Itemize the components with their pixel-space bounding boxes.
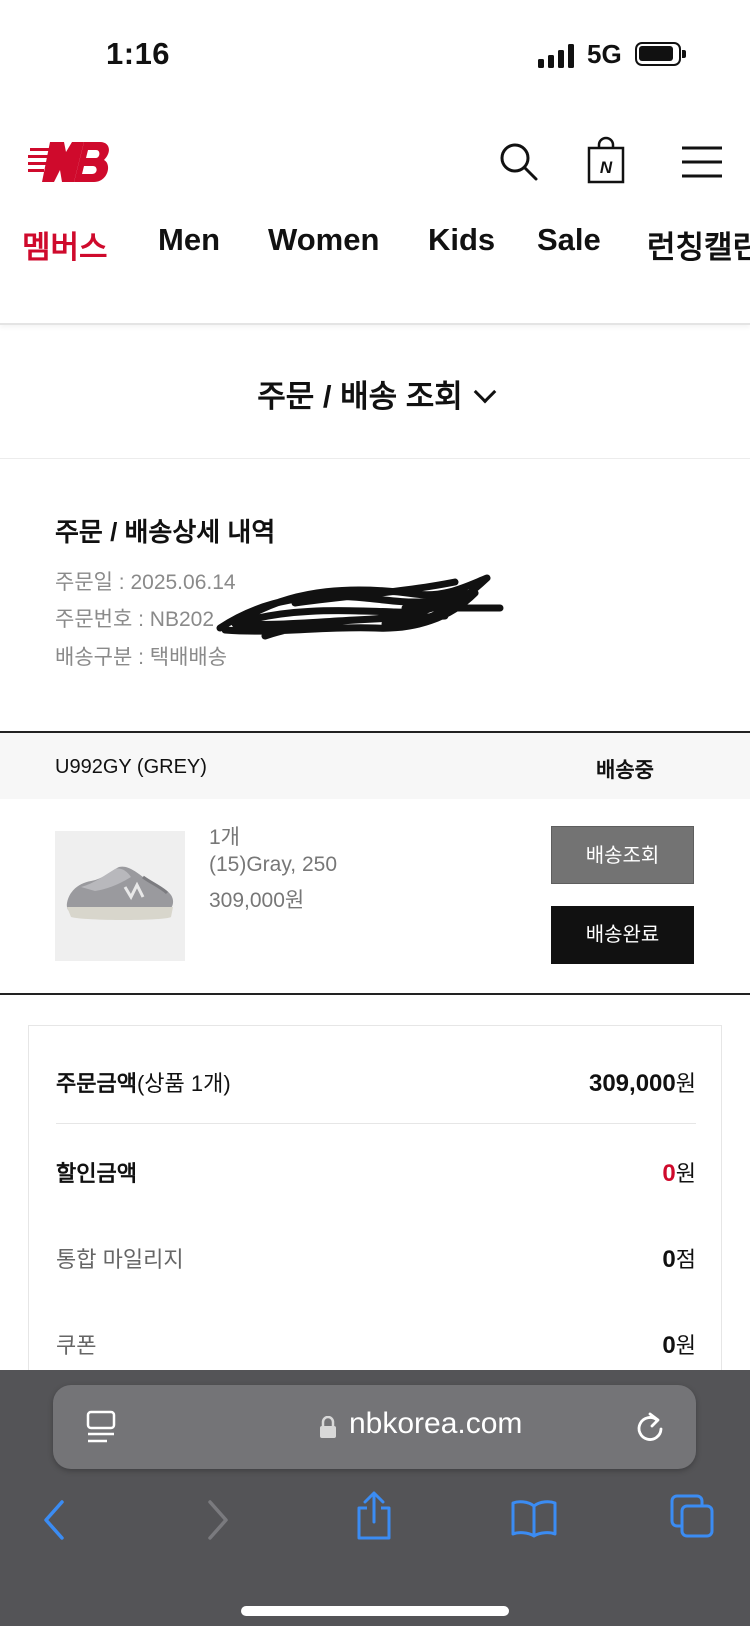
nav-item-sale[interactable]: Sale (537, 222, 601, 258)
new-balance-logo[interactable] (28, 138, 110, 186)
coupon-label: 쿠폰 (56, 1333, 97, 1358)
page-title-row[interactable]: 주문 / 배송 조회 (0, 327, 750, 459)
track-delivery-button[interactable]: 배송조회 (551, 826, 694, 884)
order-amount-unit: 원 (675, 1071, 696, 1096)
mileage-number: 0 (662, 1246, 676, 1273)
summary-divider (56, 1123, 696, 1124)
mileage-label: 통합 마일리지 (56, 1247, 184, 1272)
product-quantity: 1개 (209, 826, 240, 849)
network-label: 5G (587, 39, 622, 69)
share-icon[interactable] (354, 1490, 394, 1542)
order-number: 주문번호 : NB202 (55, 608, 214, 631)
address-bar[interactable]: nbkorea.com (53, 1385, 696, 1469)
coupon-number: 0 (662, 1332, 676, 1359)
discount-label: 할인금액 (56, 1161, 137, 1186)
redaction-scribble (216, 574, 504, 640)
status-time: 1:16 (106, 36, 171, 71)
battery-icon (635, 42, 686, 66)
order-amount-sub: (상품 1개) (136, 1071, 231, 1096)
order-detail-title: 주문 / 배송상세 내역 (55, 517, 276, 547)
mileage-unit: 점 (675, 1247, 696, 1272)
url-text[interactable]: nbkorea.com (349, 1407, 522, 1441)
coupon-unit: 원 (675, 1333, 696, 1358)
sneaker-image (66, 866, 174, 920)
lock-icon (320, 1416, 336, 1438)
product-price: 309,000원 (209, 889, 305, 912)
cellular-signal-icon (538, 44, 576, 68)
chevron-down-icon (473, 380, 497, 404)
nav-item-launch-calendar[interactable]: 런칭캘린 (647, 222, 750, 267)
nav-item-men[interactable]: Men (158, 222, 220, 258)
category-nav: 멤버스 Men Women Kids Sale 런칭캘린 (0, 222, 750, 282)
discount-number: 0 (662, 1160, 676, 1187)
product-row: 1개 (15)Gray, 250 309,000원 배송조회 배송완료 (0, 799, 750, 995)
back-icon[interactable] (40, 1498, 70, 1542)
page-title[interactable]: 주문 / 배송 조회 (0, 371, 750, 416)
browser-toolbar: nbkorea.com (0, 1370, 750, 1626)
nav-item-kids[interactable]: Kids (428, 222, 495, 258)
nav-item-members[interactable]: 멤버스 (22, 222, 108, 267)
product-header: U992GY (GREY) 배송중 (0, 731, 750, 799)
nav-item-women[interactable]: Women (268, 222, 379, 258)
order-amount-number: 309,000 (588, 1070, 676, 1097)
payment-summary-card: 주문금액(상품 1개) 309,000원 할인금액 0원 통합 마일리지 0점 … (28, 1025, 722, 1385)
tabs-icon[interactable] (670, 1494, 714, 1538)
page-title-text: 주문 / 배송 조회 (257, 379, 463, 414)
bag-letter: N (600, 158, 613, 177)
reload-icon[interactable] (635, 1411, 667, 1445)
order-detail-section: 주문 / 배송상세 내역 주문일 : 2025.06.14 주문번호 : NB2… (0, 460, 750, 732)
discount-value: 0원 (662, 1156, 696, 1188)
order-amount-label-text: 주문금액 (56, 1071, 137, 1096)
mileage-value: 0점 (662, 1242, 696, 1274)
delivery-status: 배송중 (596, 759, 654, 782)
product-name: U992GY (GREY) (55, 756, 207, 778)
product-thumbnail[interactable] (55, 831, 185, 961)
bookmarks-icon[interactable] (510, 1498, 558, 1538)
reader-mode-icon[interactable] (85, 1410, 117, 1444)
hamburger-menu-icon[interactable] (680, 140, 724, 184)
discount-unit: 원 (675, 1161, 696, 1186)
forward-icon[interactable] (202, 1498, 232, 1542)
site-header: N 멤버스 Men Women Kids Sale 런칭캘린 (0, 110, 750, 325)
delivery-type: 배송구분 : 택배배송 (55, 646, 228, 669)
delivery-complete-button[interactable]: 배송완료 (551, 906, 694, 964)
product-option: (15)Gray, 250 (209, 853, 337, 876)
coupon-value: 0원 (662, 1328, 696, 1360)
status-bar: 1:16 5G (0, 0, 750, 110)
shopping-bag-icon[interactable]: N (586, 136, 626, 186)
search-icon[interactable] (497, 140, 541, 184)
home-indicator[interactable] (241, 1606, 509, 1616)
order-amount-value: 309,000원 (589, 1066, 696, 1098)
order-amount-label: 주문금액(상품 1개) (56, 1066, 231, 1098)
